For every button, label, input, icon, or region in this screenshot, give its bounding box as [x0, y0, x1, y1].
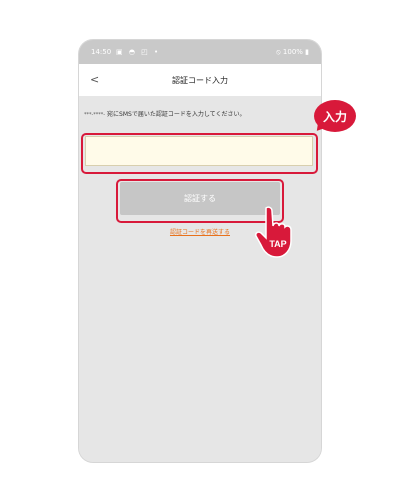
instruction-label: 宛にSMSで届いた認証コードを入力してください。: [107, 111, 246, 118]
battery-icon: ▮: [302, 48, 309, 56]
status-notification-icons: ▣ ◓ ◰ •: [116, 48, 161, 56]
page-title: 認証コード入力: [172, 76, 228, 85]
status-bar: 14:50 ▣ ◓ ◰ • ⦸ 100% ▮: [79, 40, 321, 64]
silent-icon: ⦸: [276, 48, 283, 56]
app-header: < 認証コード入力: [79, 64, 321, 96]
hand-shape: [255, 206, 292, 258]
input-badge: 入力: [314, 100, 356, 132]
tap-label: TAP: [269, 239, 286, 249]
tap-hand-icon: TAP: [255, 206, 292, 258]
masked-phone-number: ***-****-: [84, 112, 106, 118]
status-time: 14:50: [91, 48, 112, 56]
battery-percent: 100%: [282, 48, 303, 56]
instruction-text: ***-****- 宛にSMSで届いた認証コードを入力してください。: [84, 109, 316, 118]
status-right: ⦸ 100% ▮: [276, 48, 309, 57]
input-highlight-frame: [81, 133, 318, 174]
